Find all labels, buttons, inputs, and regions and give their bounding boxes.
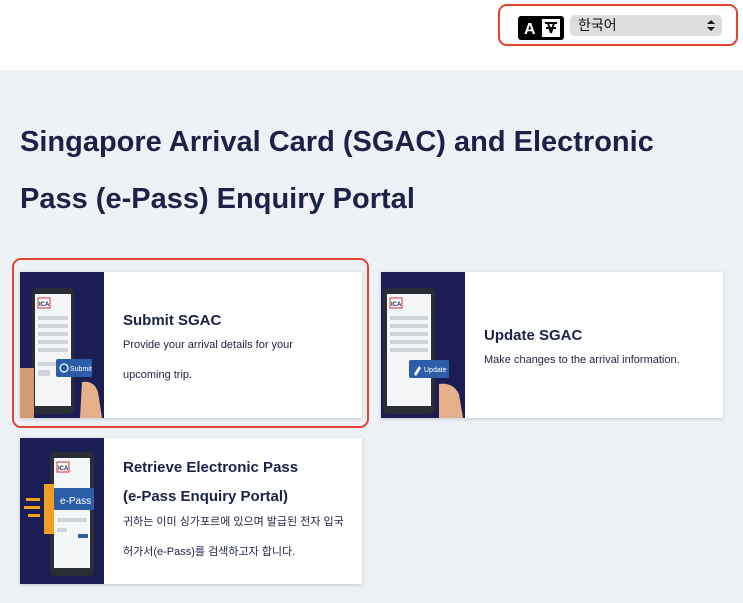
language-selector-highlight: A 한국어 [498, 4, 738, 46]
submit-sgac-desc-line-1: Provide your arrival details for your [123, 339, 293, 351]
submit-sgac-card[interactable]: ICA Submit Submit SGAC Provide your arri… [20, 272, 362, 418]
retrieve-epass-title-line-2: (e-Pass Enquiry Portal) [123, 488, 289, 505]
svg-text:ICA: ICA [391, 302, 402, 308]
top-bar: A 한국어 [0, 0, 743, 70]
epass-illustration: ICA e-Pass [20, 438, 104, 584]
update-sgac-card[interactable]: ICA Update Update SGAC Make changes to t… [381, 272, 723, 418]
svg-text:Submit: Submit [70, 366, 92, 373]
retrieve-epass-desc-line-1: 귀하는 이미 싱가포르에 있으며 발급된 전자 입국 [123, 516, 344, 528]
translate-icon: A [518, 16, 564, 40]
submit-sgac-desc-line-2: upcoming trip. [123, 369, 193, 381]
submit-illustration: ICA Submit [20, 272, 104, 418]
retrieve-epass-title-line-1: Retrieve Electronic Pass [123, 459, 299, 476]
language-select[interactable]: 한국어 [570, 15, 722, 36]
language-select-value: 한국어 [578, 17, 617, 33]
select-arrows-icon [707, 20, 715, 31]
page-title-line-2: Pass (e-Pass) Enquiry Portal [20, 183, 415, 215]
translate-icon-letter: A [524, 21, 536, 38]
svg-text:Update: Update [424, 367, 447, 374]
retrieve-epass-desc-line-2: 허가서(e-Pass)를 검색하고자 합니다. [123, 546, 296, 558]
svg-text:ICA: ICA [39, 302, 50, 308]
update-sgac-title: Update SGAC [484, 327, 583, 344]
page-title-line-1: Singapore Arrival Card (SGAC) and Electr… [20, 126, 654, 158]
submit-sgac-title: Submit SGAC [123, 312, 222, 329]
retrieve-epass-card[interactable]: ICA e-Pass Retrieve Electronic Pass (e-P… [20, 438, 362, 584]
svg-text:ICA: ICA [58, 466, 69, 472]
update-illustration: ICA Update [381, 272, 465, 418]
update-sgac-desc: Make changes to the arrival information. [484, 354, 680, 366]
svg-text:e-Pass: e-Pass [60, 496, 91, 507]
